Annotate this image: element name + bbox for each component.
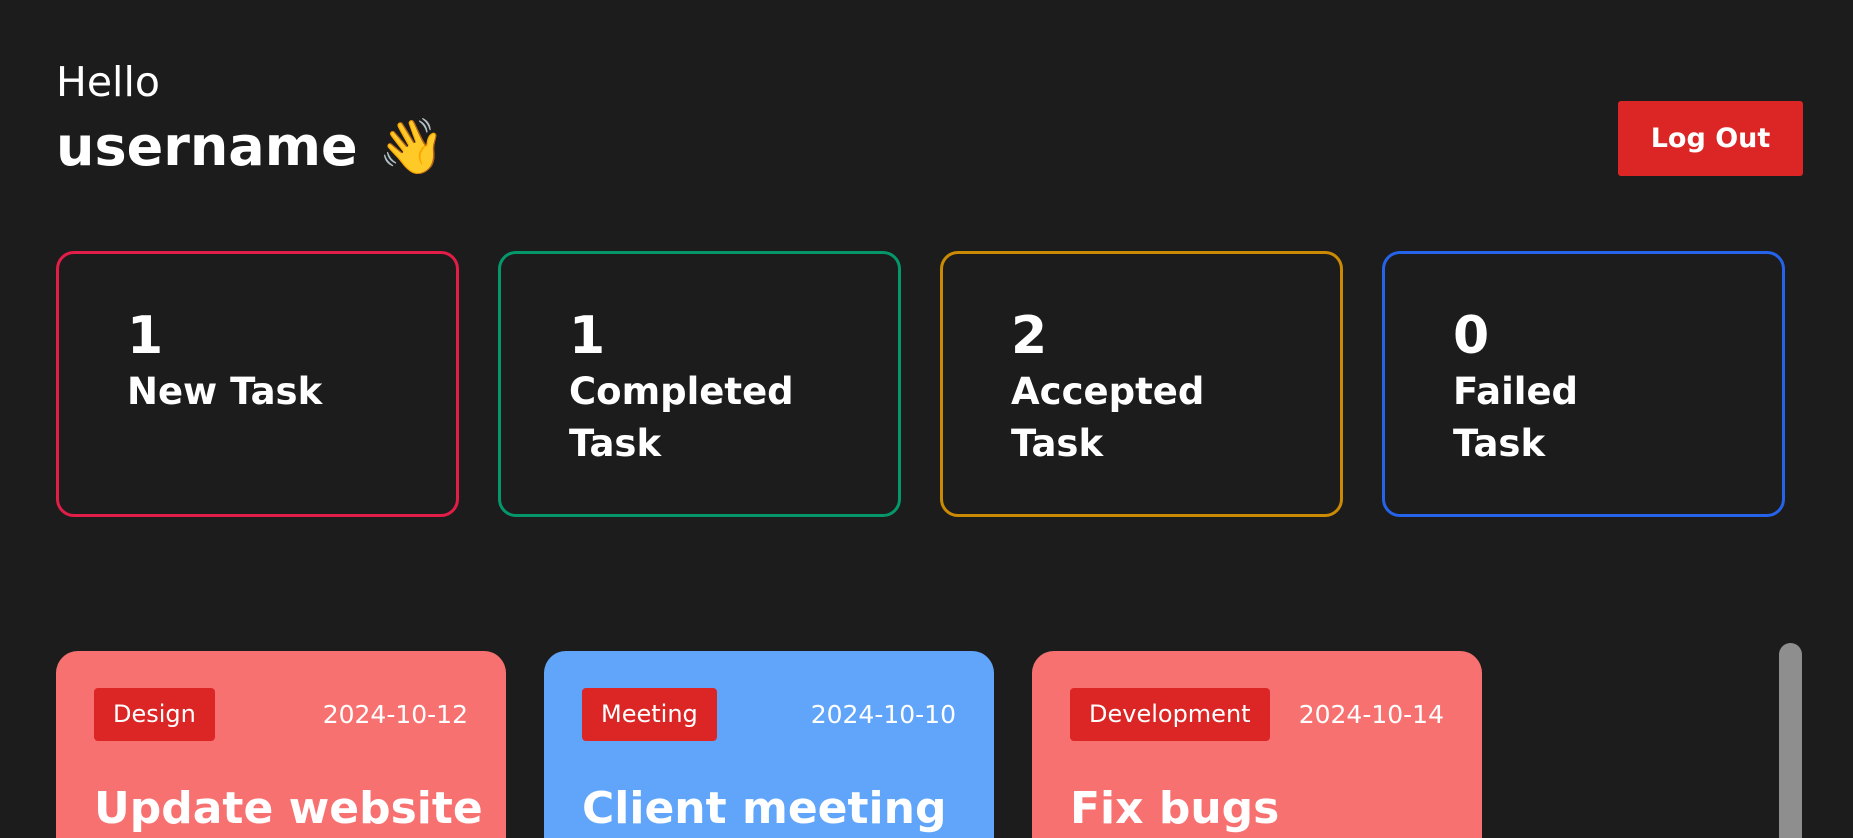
stat-card-new: 1 New Task — [56, 251, 459, 517]
dashboard-page: Hello username 👋 Log Out 1 New Task 1 Co… — [0, 0, 1853, 838]
greeting-header: Hello username 👋 — [56, 54, 446, 182]
task-date: 2024-10-10 — [810, 700, 956, 729]
task-title: Update website — [94, 783, 483, 834]
stat-label: Failed Task — [1453, 370, 1579, 465]
stat-count: 0 — [1453, 306, 1490, 366]
logout-button[interactable]: Log Out — [1618, 101, 1803, 176]
stat-label: Completed Task — [569, 370, 794, 465]
task-card-header: Development 2024-10-14 — [1070, 688, 1444, 741]
stat-label: New Task — [127, 370, 323, 413]
waving-hand-icon: 👋 — [378, 115, 446, 178]
task-stats: 1 New Task 1 Completed Task 2 Accepted T… — [56, 251, 1785, 517]
task-card[interactable]: Development 2024-10-14 Fix bugs — [1032, 651, 1482, 838]
stat-card-accepted: 2 Accepted Task — [940, 251, 1343, 517]
username-row: username 👋 — [56, 112, 446, 182]
username-text: username — [56, 115, 358, 178]
stat-label: Accepted Task — [1011, 370, 1205, 465]
task-card-header: Meeting 2024-10-10 — [582, 688, 956, 741]
stat-count: 1 — [569, 306, 606, 366]
task-card-header: Design 2024-10-12 — [94, 688, 468, 741]
greeting-text: Hello — [56, 58, 160, 106]
task-card[interactable]: Meeting 2024-10-10 Client meeting — [544, 651, 994, 838]
stat-card-completed: 1 Completed Task — [498, 251, 901, 517]
stat-count: 1 — [127, 306, 164, 366]
task-list: Design 2024-10-12 Update website Meeting… — [56, 651, 1482, 838]
task-title: Client meeting — [582, 783, 947, 834]
task-date: 2024-10-14 — [1298, 700, 1444, 729]
stat-card-failed: 0 Failed Task — [1382, 251, 1785, 517]
task-card[interactable]: Design 2024-10-12 Update website — [56, 651, 506, 838]
task-category-badge: Development — [1070, 688, 1270, 741]
task-category-badge: Design — [94, 688, 215, 741]
task-category-badge: Meeting — [582, 688, 717, 741]
task-title: Fix bugs — [1070, 783, 1280, 834]
task-date: 2024-10-12 — [322, 700, 468, 729]
task-list-scrollbar[interactable] — [1779, 643, 1802, 838]
stat-count: 2 — [1011, 306, 1048, 366]
